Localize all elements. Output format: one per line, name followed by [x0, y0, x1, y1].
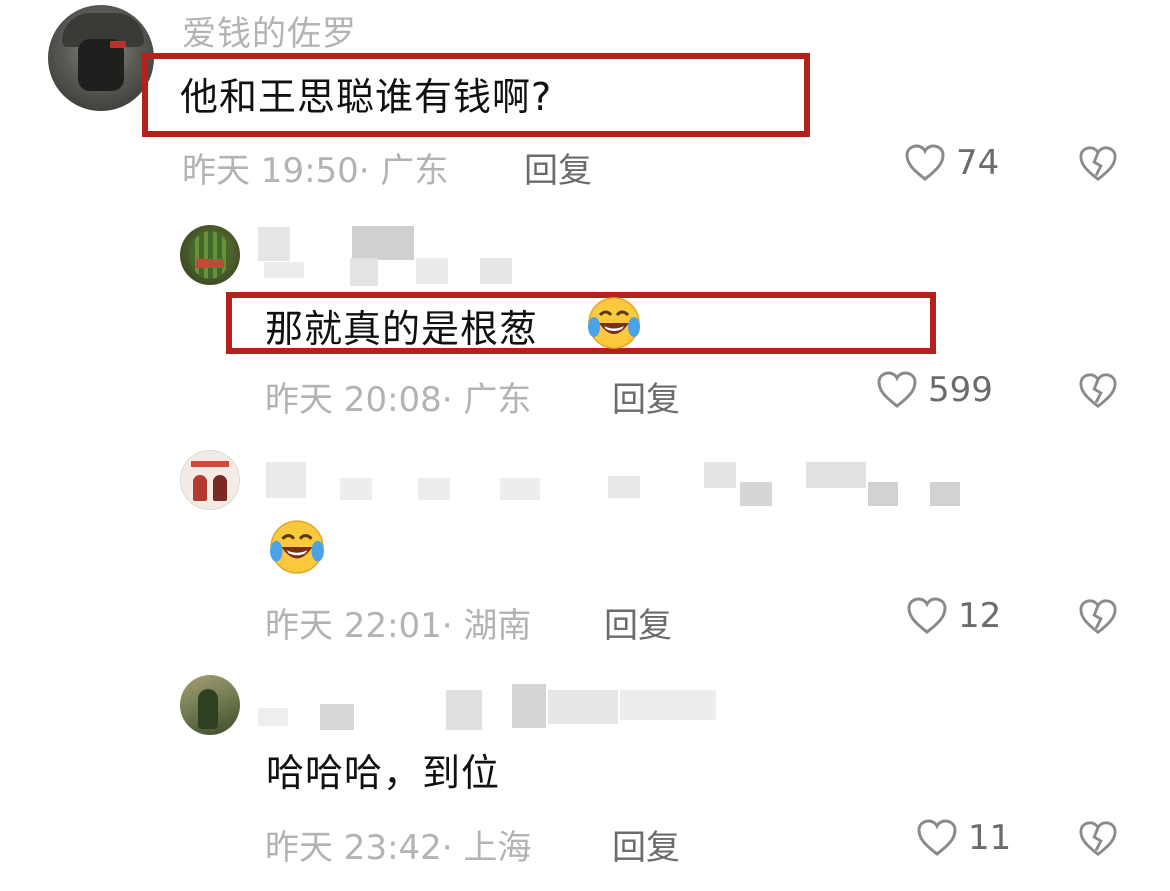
- reply-meta: 昨天 20:08· 广东: [265, 380, 532, 420]
- avatar-banner: [191, 461, 229, 467]
- reply-button[interactable]: 回复: [604, 598, 672, 647]
- dislike-button[interactable]: [1078, 372, 1118, 414]
- like-count: 12: [958, 596, 1002, 636]
- dislike-button[interactable]: [1078, 145, 1118, 187]
- like-button[interactable]: 74: [904, 143, 999, 183]
- heart-outline-icon: [917, 819, 957, 856]
- reply-time: 昨天 20:08: [265, 380, 442, 420]
- broken-heart-icon: [1079, 821, 1117, 856]
- reply-text-content: 那就真的是根葱: [265, 307, 539, 351]
- like-button[interactable]: 12: [906, 596, 1001, 636]
- like-count: 11: [968, 818, 1012, 858]
- reply-button[interactable]: 回复: [612, 820, 680, 869]
- laugh-crying-emoji-icon: [588, 297, 640, 349]
- dislike-button[interactable]: [1078, 598, 1118, 640]
- like-count: 599: [928, 370, 993, 410]
- broken-heart-icon: [1079, 146, 1117, 181]
- heart-outline-icon: [905, 144, 945, 181]
- reply-location: 上海: [463, 828, 532, 868]
- avatar-figure: [213, 475, 227, 501]
- comment-meta: 昨天 19:50· 广东: [182, 151, 449, 191]
- reply-time: 昨天 22:01: [265, 606, 442, 646]
- broken-heart-icon: [1079, 599, 1117, 634]
- broken-heart-icon: [1079, 373, 1117, 408]
- heart-outline-icon: [877, 371, 917, 408]
- comment-location: 广东: [380, 151, 449, 191]
- laugh-crying-emoji-icon: [270, 520, 324, 574]
- dislike-button[interactable]: [1078, 820, 1118, 862]
- avatar[interactable]: [180, 225, 240, 285]
- reply-time: 昨天 23:42: [265, 828, 442, 868]
- avatar[interactable]: [48, 5, 154, 111]
- avatar[interactable]: [180, 450, 240, 510]
- avatar-figure: [193, 475, 207, 501]
- avatar-tag: [196, 259, 224, 268]
- reply-location: 湖南: [463, 606, 532, 646]
- reply-text: 哈哈哈，到位: [266, 751, 501, 795]
- like-button[interactable]: 599: [876, 370, 993, 410]
- like-button[interactable]: 11: [916, 818, 1011, 858]
- reply-button[interactable]: 回复: [524, 143, 592, 192]
- comment-time: 昨天 19:50: [182, 151, 359, 191]
- like-count: 74: [956, 143, 1000, 183]
- reply-text: 那就真的是根葱: [265, 298, 538, 353]
- reply-meta: 昨天 22:01· 湖南: [265, 606, 532, 646]
- reply-meta: 昨天 23:42· 上海: [265, 828, 532, 868]
- heart-outline-icon: [907, 597, 947, 634]
- comment-username[interactable]: 爱钱的佐罗: [182, 6, 357, 55]
- comment-text: 他和王思聪谁有钱啊?: [180, 75, 553, 119]
- reply-location: 广东: [463, 380, 532, 420]
- avatar-person: [198, 689, 218, 729]
- reply-button[interactable]: 回复: [612, 372, 680, 421]
- avatar-melon: [190, 231, 230, 279]
- avatar-visor: [110, 41, 126, 48]
- avatar[interactable]: [180, 675, 240, 735]
